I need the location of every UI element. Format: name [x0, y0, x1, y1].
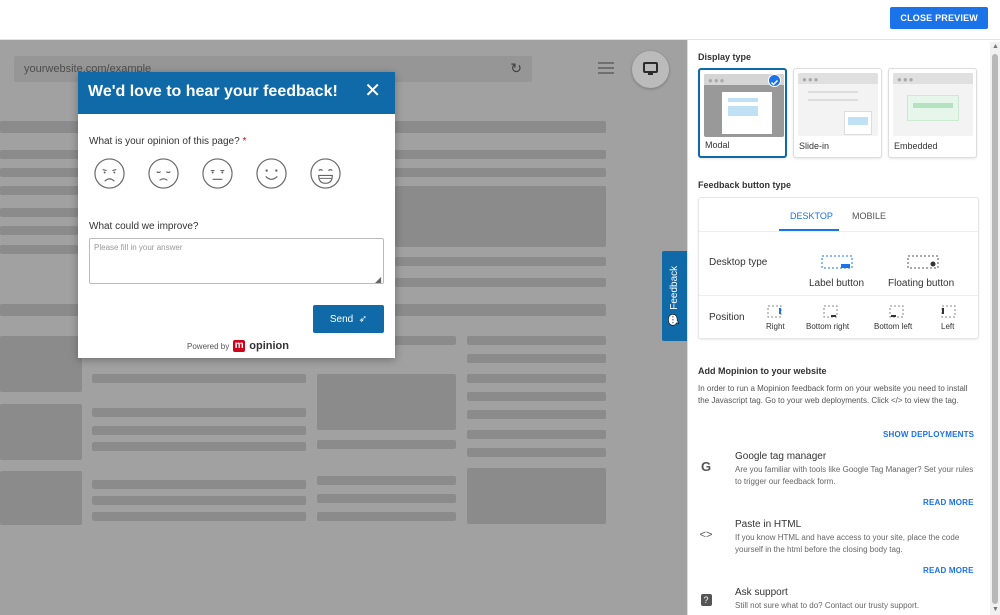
desktop-type-option[interactable]: Floating button [888, 278, 954, 289]
display-type-modal-card[interactable]: ●●● Modal [698, 68, 787, 158]
read-more-link[interactable]: READ MORE [923, 566, 974, 575]
close-preview-button[interactable]: CLOSE PREVIEW [890, 7, 988, 29]
check-icon [768, 74, 781, 87]
improve-question: What could we improve? [89, 221, 199, 232]
position-bottom-left-icon[interactable] [889, 305, 905, 319]
item-desc: If you know HTML and have access to your… [735, 533, 960, 554]
neutral-face-icon[interactable] [201, 157, 234, 190]
tab-desktop[interactable]: DESKTOP [790, 211, 833, 221]
send-icon: ➶ [358, 313, 368, 325]
item-title: Ask support [735, 587, 788, 598]
unhappy-face-icon[interactable] [147, 157, 180, 190]
feedback-tab-label: Feedback [669, 265, 680, 310]
display-type-title: Display type [698, 52, 752, 62]
display-type-label: Modal [705, 140, 730, 150]
desktop-type-label: Desktop type [709, 257, 768, 268]
mopinion-logo-text: opinion [249, 340, 289, 352]
floating-button-icon[interactable] [907, 255, 939, 271]
embedded-preview-image: ●●● [893, 73, 973, 136]
display-type-label: Slide-in [799, 141, 830, 151]
show-deployments-link[interactable]: SHOW DEPLOYMENTS [883, 430, 974, 439]
close-icon[interactable]: ✕ [364, 81, 381, 101]
scroll-thumb[interactable] [992, 54, 998, 604]
scroll-up-arrow-icon[interactable]: ▲ [992, 43, 999, 50]
required-mark: * [242, 136, 247, 147]
very-unhappy-face-icon[interactable] [93, 157, 126, 190]
modal-header: We'd love to hear your feedback! ✕ [78, 72, 395, 114]
scroll-down-arrow-icon[interactable]: ▼ [992, 606, 999, 613]
opinion-question: What is your opinion of this page? * [89, 136, 246, 147]
feedback-button-type-title: Feedback button type [698, 180, 792, 190]
display-type-label: Embedded [894, 141, 938, 151]
powered-by-text: Powered by [187, 341, 230, 351]
add-mopinion-title: Add Mopinion to your website [698, 366, 827, 376]
display-type-embedded-card[interactable]: ●●● Embedded [888, 68, 977, 158]
top-bar: CLOSE PREVIEW [0, 0, 1000, 40]
resize-grip-icon[interactable]: ◢ [375, 275, 381, 284]
rating-faces [93, 157, 342, 190]
position-option[interactable]: Bottom left [874, 322, 912, 331]
opinion-question-text: What is your opinion of this page? [89, 136, 240, 147]
answer-textarea[interactable] [89, 238, 384, 284]
send-label: Send [329, 313, 354, 325]
position-left-icon[interactable] [941, 305, 957, 319]
item-title: Google tag manager [735, 451, 827, 462]
position-right-icon[interactable] [767, 305, 783, 319]
very-happy-face-icon[interactable] [309, 157, 342, 190]
item-desc: Are you familiar with tools like Google … [735, 465, 974, 486]
website-preview: yourwebsite.com/example ↻ 💬 Feedback We'… [0, 40, 687, 615]
feedback-modal: We'd love to hear your feedback! ✕ What … [78, 72, 395, 358]
item-desc: Still not sure what to do? Contact our t… [735, 601, 920, 610]
happy-face-icon[interactable] [255, 157, 288, 190]
feedback-icon: 💬 [669, 313, 680, 327]
divider [699, 295, 978, 296]
settings-panel: Display type ●●● Modal ●●● Slide-in ●●● … [687, 40, 1000, 615]
feedback-button-type-card: DESKTOP MOBILE Desktop type Label button… [698, 197, 979, 339]
divider [699, 231, 978, 232]
item-title: Paste in HTML [735, 519, 802, 530]
mopinion-logo-icon: m [233, 340, 246, 352]
desktop-type-option[interactable]: Label button [809, 278, 864, 289]
help-icon: ? [698, 591, 714, 606]
code-icon: <> [699, 529, 713, 541]
modal-title: We'd love to hear your feedback! [88, 83, 338, 100]
powered-by: Powered by m opinion [187, 340, 289, 352]
scrollbar[interactable]: ▲ ▼ [990, 42, 1000, 615]
position-option[interactable]: Right [766, 322, 785, 331]
send-button[interactable]: Send ➶ [313, 305, 384, 333]
display-type-slide-in-card[interactable]: ●●● Slide-in [793, 68, 882, 158]
tab-mobile[interactable]: MOBILE [852, 211, 886, 221]
position-label: Position [709, 312, 745, 323]
position-bottom-right-icon[interactable] [823, 305, 839, 319]
slide-in-preview-image: ●●● [798, 73, 878, 136]
read-more-link[interactable]: READ MORE [923, 498, 974, 507]
google-icon: G [700, 459, 712, 474]
position-option[interactable]: Bottom right [806, 322, 849, 331]
label-button-icon[interactable] [821, 255, 853, 271]
position-option[interactable]: Left [941, 322, 954, 331]
add-mopinion-text: In order to run a Mopinion feedback form… [698, 384, 968, 405]
feedback-tab-button[interactable]: 💬 Feedback [662, 251, 687, 341]
